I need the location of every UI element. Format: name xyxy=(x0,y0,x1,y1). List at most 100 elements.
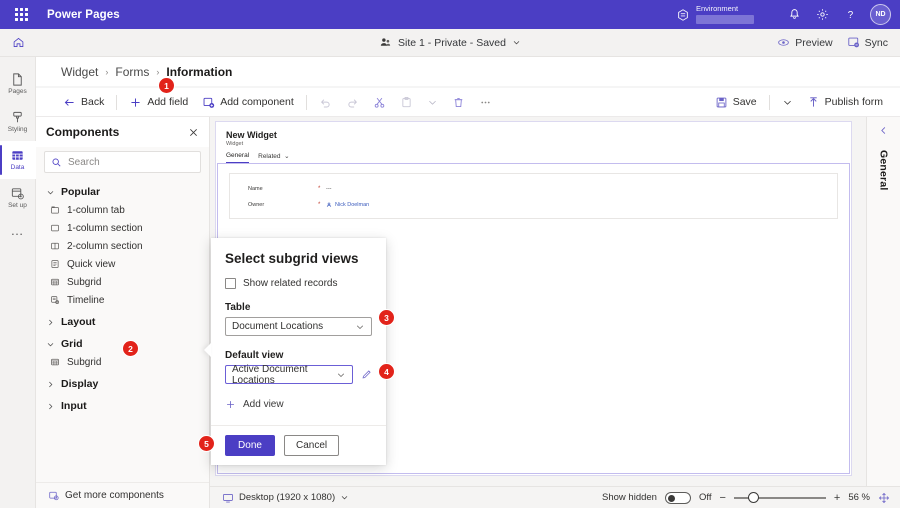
device-selector[interactable]: Desktop (1920 x 1080) xyxy=(222,492,349,504)
redo-button[interactable] xyxy=(339,91,366,113)
divider xyxy=(116,95,117,110)
sidebar-more-button[interactable]: … xyxy=(0,217,36,243)
component-1-column-section[interactable]: 1-column section xyxy=(36,219,209,237)
zoom-in-button[interactable]: + xyxy=(834,492,840,504)
pencil-icon[interactable] xyxy=(361,369,372,380)
command-bar-right: Save Publish form xyxy=(708,91,900,113)
form-field-row[interactable]: Name * --- xyxy=(230,181,837,197)
save-options-chevron[interactable] xyxy=(775,91,800,113)
fit-to-screen-icon[interactable] xyxy=(878,492,890,504)
add-component-label: Add component xyxy=(220,96,294,108)
avatar[interactable]: ND xyxy=(870,4,891,25)
chevron-right-icon xyxy=(46,402,55,411)
delete-button[interactable] xyxy=(445,91,472,113)
sidebar-item-setup[interactable]: Set up xyxy=(0,179,36,217)
back-button[interactable]: Back xyxy=(56,91,111,113)
sidebar-item-styling[interactable]: Styling xyxy=(0,103,36,141)
components-group-layout[interactable]: Layout xyxy=(36,313,209,331)
zoom-slider-thumb[interactable] xyxy=(748,492,759,503)
question-icon[interactable]: ? xyxy=(836,0,864,29)
add-view-label: Add view xyxy=(243,399,284,410)
table-label: Table xyxy=(225,302,372,313)
component-quick-view[interactable]: Quick view xyxy=(36,255,209,273)
add-field-button[interactable]: Add field xyxy=(122,91,195,113)
done-button[interactable]: Done xyxy=(225,435,275,456)
get-more-components-button[interactable]: Get more components xyxy=(36,482,209,508)
chevron-down-icon[interactable] xyxy=(340,493,349,502)
scissors-icon xyxy=(373,96,386,109)
show-related-records-checkbox[interactable] xyxy=(225,278,236,289)
select-subgrid-views-dialog[interactable]: Select subgrid views Show related record… xyxy=(211,238,386,465)
component-1-column-tab[interactable]: 1-column tab xyxy=(36,201,209,219)
required-marker: * xyxy=(318,186,326,192)
sidebar-item-pages[interactable]: Pages xyxy=(0,65,36,103)
zoom-out-button[interactable]: − xyxy=(719,492,725,504)
chevron-left-icon[interactable] xyxy=(878,125,889,136)
form-field-row[interactable]: Owner * Nick Doelman xyxy=(230,197,837,213)
site-header-bar: Site 1 - Private - Saved Preview Sync xyxy=(0,29,900,57)
publish-form-button[interactable]: Publish form xyxy=(800,91,890,113)
components-group-popular[interactable]: Popular xyxy=(36,183,209,201)
breadcrumb-item-forms[interactable]: Forms xyxy=(115,65,149,79)
tab-related[interactable]: Related ⌄ xyxy=(258,152,289,163)
default-view-label: Default view xyxy=(225,350,372,361)
save-icon xyxy=(715,96,728,109)
search-input[interactable]: Search xyxy=(44,151,201,173)
app-launcher-icon[interactable] xyxy=(8,8,34,21)
components-group-input[interactable]: Input xyxy=(36,397,209,415)
component-timeline[interactable]: Timeline xyxy=(36,291,209,309)
chevron-down-icon xyxy=(46,188,55,197)
chevron-down-icon xyxy=(782,97,793,108)
preview-button[interactable]: Preview xyxy=(777,36,832,49)
preview-label: Preview xyxy=(795,37,832,49)
show-related-records-row[interactable]: Show related records xyxy=(225,278,372,289)
paste-options-chevron[interactable] xyxy=(420,91,445,113)
save-button[interactable]: Save xyxy=(708,91,764,113)
home-icon[interactable] xyxy=(0,29,36,57)
environment-label: Environment xyxy=(696,5,754,13)
component-subgrid-popular[interactable]: Subgrid xyxy=(36,273,209,291)
component-label: Quick view xyxy=(67,259,115,270)
component-2-column-section[interactable]: 2-column section xyxy=(36,237,209,255)
breadcrumb-item-information: Information xyxy=(166,65,232,79)
field-value-owner[interactable]: Nick Doelman xyxy=(326,202,369,208)
grid-subgrid-item[interactable]: Subgrid xyxy=(36,353,209,371)
form-section[interactable]: Name * --- Owner * Nick Doelman xyxy=(229,173,838,219)
properties-rail-label[interactable]: General xyxy=(878,150,890,191)
sync-icon xyxy=(847,36,860,49)
add-component-button[interactable]: Add component xyxy=(195,91,301,113)
close-icon[interactable] xyxy=(188,127,199,138)
dialog-body: Select subgrid views Show related record… xyxy=(211,238,386,410)
bell-icon[interactable] xyxy=(780,0,808,29)
zoom-slider[interactable] xyxy=(734,497,826,499)
breadcrumb-item-widget[interactable]: Widget xyxy=(61,65,98,79)
show-hidden-toggle[interactable] xyxy=(665,492,691,504)
components-group-display[interactable]: Display xyxy=(36,375,209,393)
record-title: New Widget xyxy=(226,130,841,140)
paste-button[interactable] xyxy=(393,91,420,113)
table-dropdown[interactable]: Document Locations xyxy=(225,317,372,336)
add-view-button[interactable]: Add view xyxy=(225,399,372,410)
tab-icon xyxy=(50,205,60,215)
more-options-button[interactable] xyxy=(472,91,499,113)
sync-button[interactable]: Sync xyxy=(847,36,888,49)
two-column-icon xyxy=(50,241,60,251)
cancel-button[interactable]: Cancel xyxy=(284,435,339,456)
sidebar-item-label: Styling xyxy=(8,127,28,134)
gear-icon[interactable] xyxy=(808,0,836,29)
left-navigation-rail: Pages Styling Data Set up … xyxy=(0,57,36,508)
divider xyxy=(306,95,307,110)
required-marker: * xyxy=(318,202,326,208)
sidebar-item-data[interactable]: Data xyxy=(0,141,36,179)
site-selector[interactable]: Site 1 - Private - Saved xyxy=(379,36,521,49)
redo-icon xyxy=(346,96,359,109)
tab-general[interactable]: General xyxy=(226,152,249,163)
site-title: Site 1 - Private - Saved xyxy=(398,37,506,49)
undo-button[interactable] xyxy=(312,91,339,113)
record-subtitle: Widget xyxy=(226,141,841,147)
chevron-down-icon[interactable] xyxy=(512,38,521,47)
default-view-dropdown[interactable]: Active Document Locations xyxy=(225,365,353,384)
cut-button[interactable] xyxy=(366,91,393,113)
environment-selector[interactable]: Environment xyxy=(676,5,754,24)
chevron-right-icon xyxy=(46,318,55,327)
